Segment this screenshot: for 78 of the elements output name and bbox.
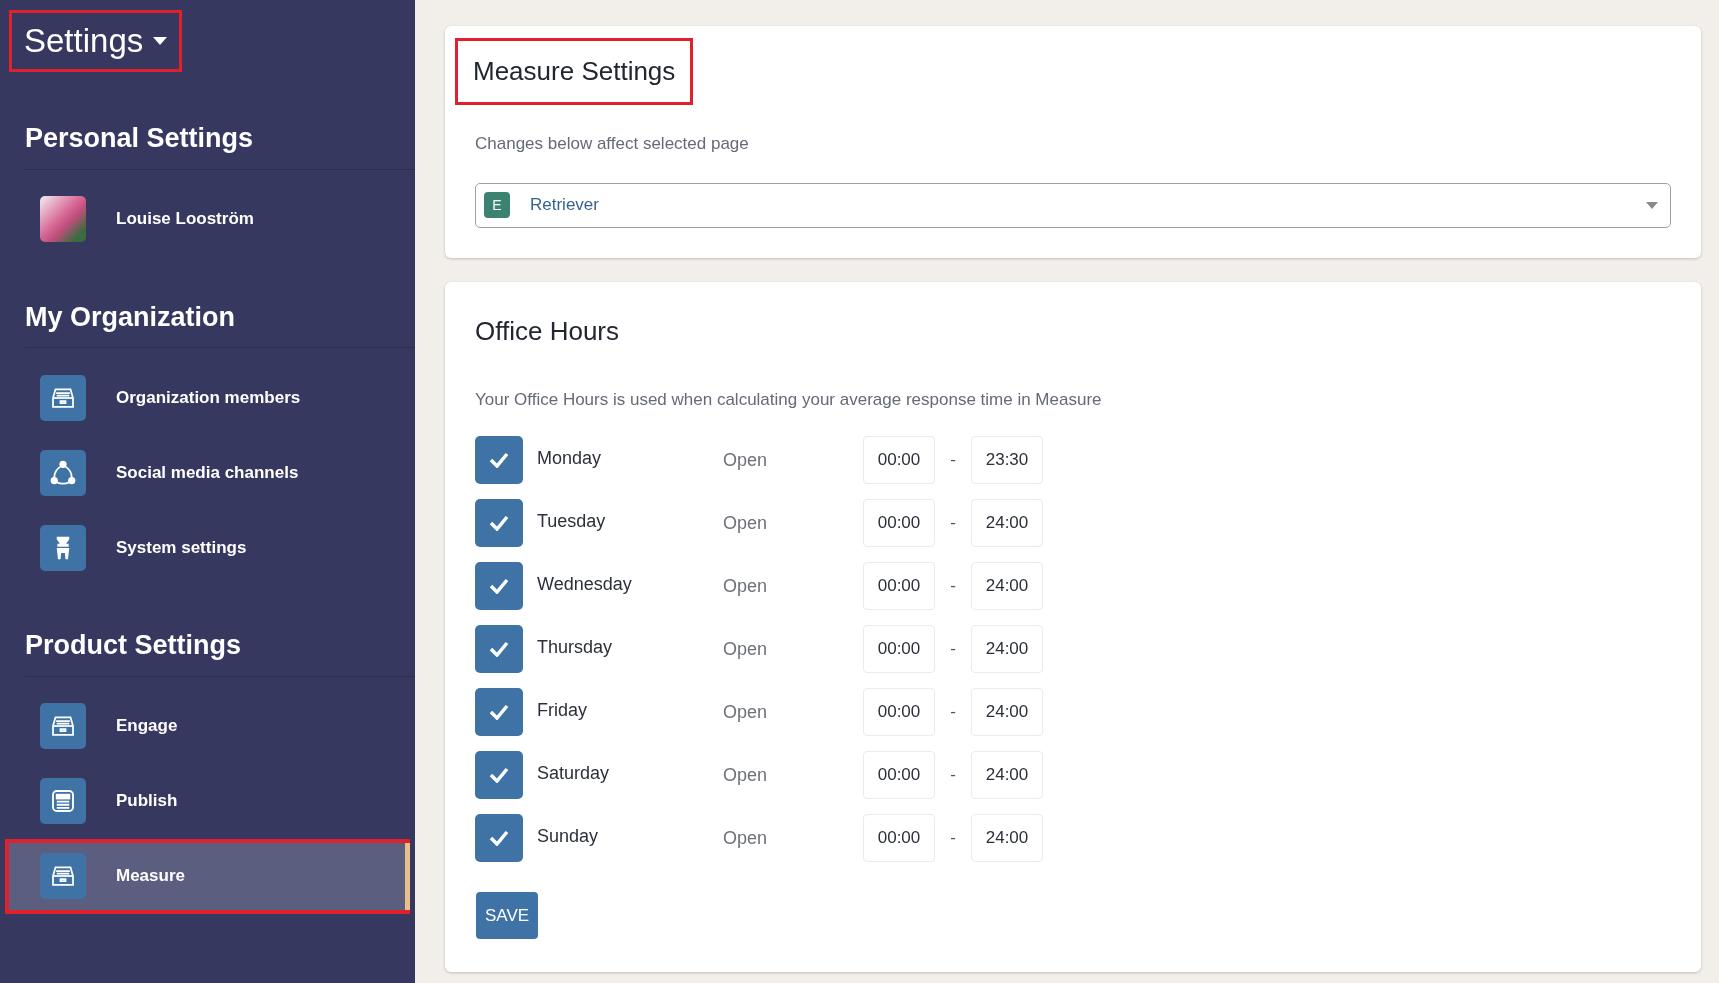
time-field[interactable]: 00:00 xyxy=(863,751,935,799)
range-separator: - xyxy=(949,449,957,472)
day-label: Thursday xyxy=(537,635,614,659)
section-heading: My Organization xyxy=(25,296,415,348)
status-label: Open xyxy=(723,700,769,724)
day-label: Friday xyxy=(537,698,588,722)
avatar-photo-placeholder xyxy=(40,196,86,242)
status-label: Open xyxy=(723,574,769,598)
checkmark-icon xyxy=(489,767,509,783)
time-field[interactable]: 23:30 xyxy=(971,436,1043,484)
time-field[interactable]: 24:00 xyxy=(971,688,1043,736)
status-label: Open xyxy=(723,826,769,850)
checkmark-icon xyxy=(489,641,509,657)
checkmark-icon xyxy=(489,452,509,468)
day-checkbox[interactable] xyxy=(475,688,523,736)
description-text: Changes below affect selected page xyxy=(475,133,750,155)
status-label: Open xyxy=(723,637,769,661)
tray-icon xyxy=(40,703,86,749)
time-field[interactable]: 24:00 xyxy=(971,499,1043,547)
sidebar-item[interactable]: System settings xyxy=(5,510,410,585)
time-field[interactable]: 00:00 xyxy=(863,625,935,673)
settings-menu-button[interactable]: Settings xyxy=(9,10,183,72)
section-heading: Personal Settings xyxy=(25,118,415,170)
sidebar-item[interactable]: Louise Looström xyxy=(5,181,410,257)
time-field[interactable]: 00:00 xyxy=(863,814,935,862)
range-separator: - xyxy=(949,575,957,598)
time-field[interactable]: 24:00 xyxy=(971,814,1043,862)
day-checkbox[interactable] xyxy=(475,625,523,673)
day-checkbox[interactable] xyxy=(475,436,523,484)
day-checkbox[interactable] xyxy=(475,499,523,547)
time-field[interactable]: 24:00 xyxy=(971,562,1043,610)
document-icon xyxy=(40,778,86,824)
range-separator: - xyxy=(949,827,957,850)
tray-icon xyxy=(40,853,86,899)
chair-icon xyxy=(40,524,86,571)
save-button[interactable]: SAVE xyxy=(476,892,539,939)
time-field[interactable]: 00:00 xyxy=(863,688,935,736)
selection-indicator xyxy=(405,842,410,910)
section-title: Office Hours xyxy=(475,314,620,348)
sidebar-item[interactable]: Measure xyxy=(5,838,410,914)
network-icon xyxy=(40,449,86,496)
day-label: Wednesday xyxy=(537,572,633,596)
page-badge: E xyxy=(484,192,510,218)
dropdown-caret-icon xyxy=(1646,201,1658,209)
day-checkbox[interactable] xyxy=(475,751,523,799)
day-label: Sunday xyxy=(537,824,600,848)
checkmark-icon xyxy=(489,704,509,720)
section-heading: Product Settings xyxy=(25,625,415,677)
checkmark-icon xyxy=(489,830,509,846)
day-label: Monday xyxy=(537,446,603,470)
time-field[interactable]: 00:00 xyxy=(863,436,935,484)
status-label: Open xyxy=(723,511,769,535)
time-field[interactable]: 24:00 xyxy=(971,625,1043,673)
description-text: Your Office Hours is used when calculating your average response time in Measure xyxy=(475,388,1103,411)
day-label: Tuesday xyxy=(537,509,607,533)
range-separator: - xyxy=(949,701,957,724)
checkmark-icon xyxy=(489,515,509,531)
range-separator: - xyxy=(949,512,957,535)
page-title: Measure Settings xyxy=(455,38,694,105)
select-value: Retriever xyxy=(530,194,600,217)
sidebar-item[interactable]: Engage xyxy=(5,688,410,764)
sidebar-item[interactable]: Social media channels xyxy=(5,435,410,510)
day-checkbox[interactable] xyxy=(475,562,523,610)
tray-icon xyxy=(40,374,86,421)
page-select[interactable]: E Retriever xyxy=(475,182,1671,228)
day-checkbox[interactable] xyxy=(475,814,523,862)
checkmark-icon xyxy=(489,578,509,594)
status-label: Open xyxy=(723,448,769,472)
caret-icon xyxy=(153,37,168,45)
time-field[interactable]: 24:00 xyxy=(971,751,1043,799)
time-field[interactable]: 00:00 xyxy=(863,499,935,547)
day-label: Saturday xyxy=(537,761,611,785)
range-separator: - xyxy=(949,764,957,787)
sidebar-item[interactable]: Publish xyxy=(5,763,410,839)
status-label: Open xyxy=(723,763,769,787)
time-field[interactable]: 00:00 xyxy=(863,562,935,610)
sidebar-item[interactable]: Organization members xyxy=(5,360,410,435)
range-separator: - xyxy=(949,638,957,661)
